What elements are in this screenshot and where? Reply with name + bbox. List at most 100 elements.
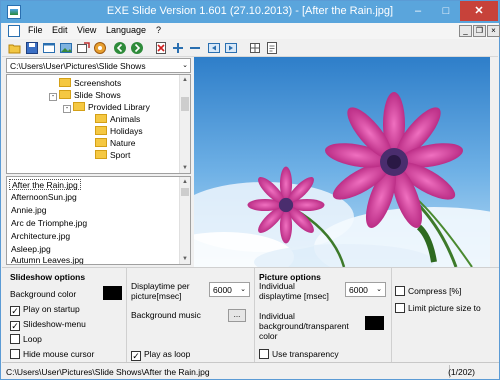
menu-file[interactable]: File [28, 25, 43, 35]
app-window: EXE Slide Version 1.601 (27.10.2013) - [… [0, 0, 500, 380]
maximize-button[interactable]: □ [432, 1, 460, 21]
use-transparency-checkbox[interactable] [259, 349, 269, 359]
menu-edit[interactable]: Edit [52, 25, 68, 35]
displaytime-select[interactable]: 6000 ⌄ [209, 282, 250, 297]
path-combobox[interactable]: C:\Users\User\Pictures\Slide Shows ⌄ [6, 58, 191, 73]
file-item[interactable]: Asleep.jpg [9, 244, 53, 255]
options-panel: Slideshow options Background color ✓ Play… [2, 267, 499, 363]
individual-displaytime-label: Individual displaytime [msec] [259, 281, 329, 301]
file-item[interactable]: Annie.jpg [9, 205, 48, 216]
document-icon[interactable] [8, 25, 20, 37]
picture-preview [194, 57, 499, 267]
use-transparency-option[interactable]: Use transparency [259, 349, 339, 359]
loop-checkbox[interactable] [10, 334, 20, 344]
individual-displaytime-value: 6000 [349, 285, 368, 295]
forward-icon[interactable] [130, 41, 144, 55]
file-list-scrollbar[interactable]: ▲ ▼ [179, 177, 190, 264]
menu-view[interactable]: View [77, 25, 96, 35]
tree-item-holidays[interactable]: Holidays [95, 126, 143, 137]
limit-picture-size-checkbox[interactable] [395, 303, 405, 313]
tree-item-animals[interactable]: Animals [95, 114, 140, 125]
folder-icon [95, 150, 107, 159]
displaytime-label: Displaytime per picture[msec] [131, 281, 190, 301]
small-flower [247, 166, 325, 244]
file-item[interactable]: Arc de Triomphe.jpg [9, 218, 89, 229]
tree-scrollbar[interactable]: ▲ ▼ [179, 75, 190, 173]
scroll-thumb[interactable] [181, 188, 189, 196]
file-list[interactable]: After the Rain.jpg AfternoonSun.jpg Anni… [6, 176, 191, 265]
collapse-icon[interactable]: - [63, 105, 71, 113]
folder-tree[interactable]: Screenshots - Slide Shows - Provided Libra… [6, 74, 191, 174]
tree-item-label: Sport [110, 150, 131, 160]
file-item[interactable]: Architecture.jpg [9, 231, 72, 242]
tree-item-slide-shows[interactable]: - Slide Shows [49, 90, 121, 101]
back-icon[interactable] [113, 41, 127, 55]
tree-item-label: Nature [110, 138, 136, 148]
previous-icon[interactable] [207, 41, 221, 55]
divider [391, 268, 392, 363]
loop-option[interactable]: Loop [10, 334, 42, 344]
tree-item-provided-library[interactable]: - Provided Library [63, 102, 150, 113]
scroll-down-icon[interactable]: ▼ [180, 254, 190, 264]
export-icon[interactable] [76, 41, 90, 55]
play-on-startup-checkbox[interactable]: ✓ [10, 306, 20, 316]
scroll-up-icon[interactable]: ▲ [180, 177, 190, 187]
menu-help[interactable]: ? [156, 25, 161, 35]
mdi-close-button[interactable]: × [487, 25, 500, 37]
scroll-thumb[interactable] [181, 97, 189, 111]
background-music-browse-button[interactable]: ... [228, 309, 246, 322]
play-as-loop-option[interactable]: ✓ Play as loop [131, 349, 190, 361]
minimize-button[interactable]: – [404, 1, 432, 21]
divider [254, 268, 255, 363]
collapse-icon[interactable]: - [49, 93, 57, 101]
individual-background-swatch[interactable] [365, 316, 384, 330]
mdi-minimize-button[interactable]: _ [459, 25, 472, 37]
grid-icon[interactable] [248, 41, 262, 55]
remove-icon[interactable] [188, 41, 202, 55]
individual-background-label: Individual background/transparent color [259, 311, 349, 341]
play-as-loop-checkbox[interactable]: ✓ [131, 351, 141, 361]
tree-item-label: Holidays [110, 126, 143, 136]
info-icon[interactable] [265, 41, 279, 55]
next-icon[interactable] [224, 41, 238, 55]
file-item[interactable]: Autumn Leaves.jpg [9, 255, 86, 264]
file-item-selected[interactable]: After the Rain.jpg [9, 179, 81, 190]
settings-icon[interactable] [93, 41, 107, 55]
individual-displaytime-select[interactable]: 6000 ⌄ [345, 282, 386, 297]
save-icon[interactable] [25, 41, 39, 55]
open-icon[interactable] [8, 41, 22, 55]
use-transparency-label: Use transparency [272, 349, 339, 359]
slideshow-menu-option[interactable]: ✓ Slideshow-menu [10, 319, 86, 331]
chevron-down-icon[interactable]: ⌄ [240, 285, 246, 293]
limit-picture-size-option[interactable]: Limit picture size to [395, 303, 481, 313]
status-count: (1/202) [448, 367, 475, 377]
scroll-up-icon[interactable]: ▲ [180, 75, 190, 85]
play-on-startup-option[interactable]: ✓ Play on startup [10, 304, 80, 316]
window-icon[interactable] [42, 41, 56, 55]
background-color-swatch[interactable] [103, 286, 122, 300]
file-item[interactable]: AfternoonSun.jpg [9, 192, 79, 203]
play-as-loop-label: Play as loop [144, 349, 191, 359]
loop-label: Loop [23, 334, 42, 344]
status-path: C:\Users\User\Pictures\Slide Shows\After… [6, 367, 210, 377]
delete-icon[interactable] [154, 41, 168, 55]
chevron-down-icon[interactable]: ⌄ [376, 285, 382, 293]
folder-icon [95, 138, 107, 147]
menu-language[interactable]: Language [106, 25, 146, 35]
tree-item-label: Animals [110, 114, 141, 124]
slideshow-icon[interactable] [59, 41, 73, 55]
tree-item-sport[interactable]: Sport [95, 150, 130, 161]
tree-item-nature[interactable]: Nature [95, 138, 136, 149]
close-button[interactable]: ✕ [460, 1, 498, 21]
compress-checkbox[interactable] [395, 286, 405, 296]
compress-label: Compress [%] [408, 286, 462, 296]
add-icon[interactable] [171, 41, 185, 55]
slideshow-menu-checkbox[interactable]: ✓ [10, 321, 20, 331]
hide-mouse-cursor-option[interactable]: Hide mouse cursor [10, 349, 94, 359]
tree-item-screenshots[interactable]: Screenshots [59, 78, 121, 89]
hide-mouse-cursor-checkbox[interactable] [10, 349, 20, 359]
mdi-restore-button[interactable]: ❐ [473, 25, 486, 37]
chevron-down-icon[interactable]: ⌄ [182, 61, 188, 69]
compress-option[interactable]: Compress [%] [395, 286, 461, 296]
scroll-down-icon[interactable]: ▼ [180, 163, 190, 173]
